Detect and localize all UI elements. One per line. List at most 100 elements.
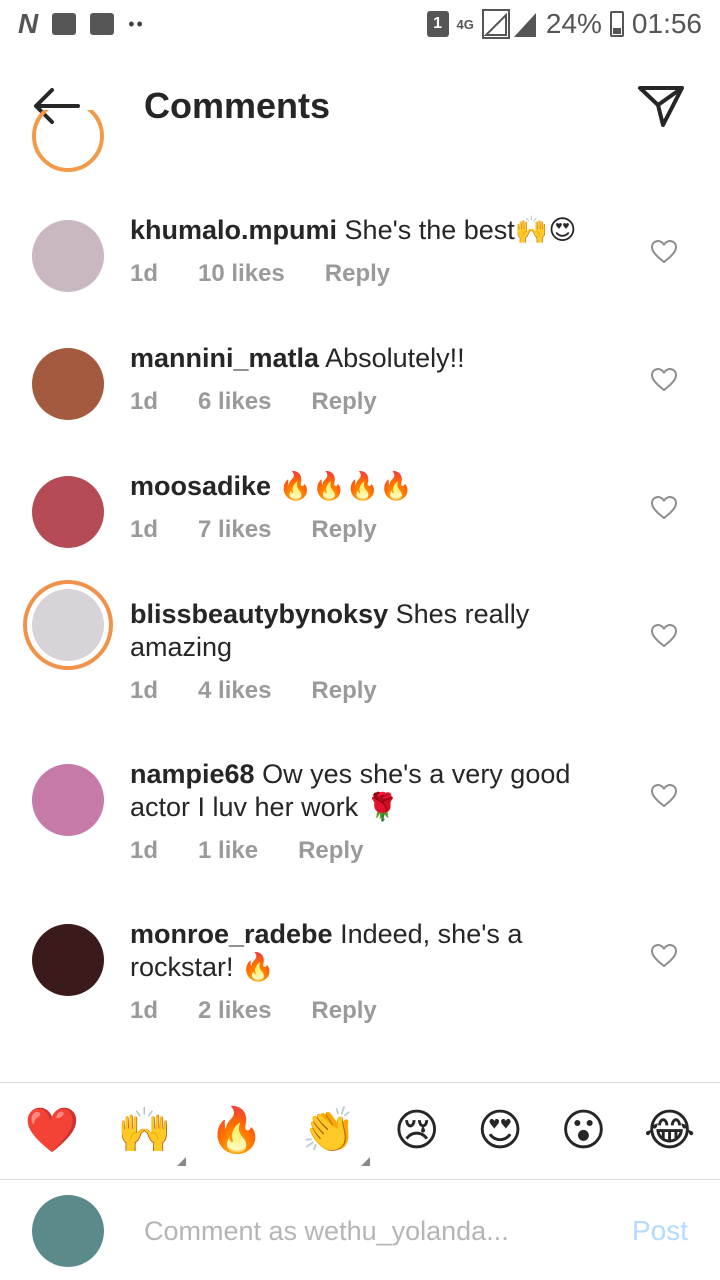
comment-likes[interactable]: 4 likes (198, 674, 271, 707)
comment-likes[interactable]: 6 likes (198, 385, 271, 418)
folder-icon (90, 13, 115, 35)
avatar[interactable] (32, 764, 104, 836)
emoji-bar: ❤️ 🙌 🔥 👏 😢 😍 😮 😂 (0, 1084, 720, 1178)
fire-emoji[interactable]: 🔥 (209, 1106, 264, 1156)
comment-body: monroe_radebe Indeed, she's a rockstar! … (130, 918, 600, 1027)
emoji-glyph: 😢 (393, 1105, 440, 1156)
heart-outline-icon (651, 240, 677, 264)
avatar[interactable] (32, 348, 104, 420)
comment-username[interactable]: blissbeautybynoksy (130, 599, 388, 629)
paper-plane-icon (638, 86, 684, 127)
comment-meta: 1d 1 like Reply (130, 834, 600, 867)
avatar[interactable] (32, 924, 104, 996)
comment-meta: 1d 6 likes Reply (130, 385, 600, 418)
like-button[interactable] (648, 780, 680, 812)
emoji-glyph: 🙌 (117, 1105, 172, 1156)
comment-content: mannini_matla Absolutely!! (130, 342, 600, 375)
comment-content: khumalo.mpumi She's the best🙌😍 (130, 214, 600, 247)
reply-button[interactable]: Reply (311, 513, 376, 546)
emoji-glyph: 👏 (301, 1105, 357, 1156)
skin-tone-indicator-icon (176, 1157, 186, 1166)
comment-content: blissbeautybynoksy Shes really amazing (130, 598, 600, 664)
comment-content: nampie68 Ow yes she's a very good actor … (130, 758, 600, 824)
surprised-face-emoji[interactable]: 😮 (560, 1106, 606, 1156)
like-button[interactable] (648, 620, 680, 652)
divider (0, 1179, 720, 1180)
reply-button[interactable]: Reply (311, 674, 376, 707)
crying-face-emoji[interactable]: 😢 (394, 1106, 440, 1156)
comment-content: monroe_radebe Indeed, she's a rockstar! … (130, 918, 600, 984)
share-button[interactable] (626, 71, 696, 141)
emoji-glyph: 😂 (643, 1105, 696, 1156)
comment-likes[interactable]: 7 likes (198, 513, 271, 546)
comment-age: 1d (130, 388, 159, 415)
comment-likes[interactable]: 10 likes (198, 257, 285, 290)
comment-input[interactable] (144, 1215, 584, 1247)
sim-icon: 1 (426, 11, 449, 37)
comment-text: Absolutely!! (325, 343, 465, 373)
heart-outline-icon (651, 496, 677, 520)
comment-age: 1d (130, 516, 159, 543)
tears-of-joy-emoji[interactable]: 😂 (644, 1106, 695, 1156)
comment-body: nampie68 Ow yes she's a very good actor … (130, 758, 600, 867)
comment-text: 🔥🔥🔥🔥 (278, 471, 414, 501)
comment-body: mannini_matla Absolutely!! 1d 6 likes Reply (130, 342, 600, 418)
comment-composer: Post (0, 1182, 720, 1280)
battery-icon (609, 11, 624, 37)
signal-icon (481, 9, 536, 39)
comment-meta: 1d 4 likes Reply (130, 674, 600, 707)
reply-button[interactable]: Reply (311, 994, 376, 1027)
reply-button[interactable]: Reply (298, 834, 363, 867)
divider (0, 1082, 720, 1083)
page-title: Comments (144, 85, 331, 126)
skin-tone-indicator-icon (361, 1157, 371, 1166)
avatar (32, 1195, 104, 1267)
comment-body: khumalo.mpumi She's the best🙌😍 1d 10 likes… (130, 214, 600, 290)
comment-age: 1d (130, 997, 159, 1024)
comment-age: 1d (130, 260, 159, 287)
header: Comments (0, 60, 720, 152)
heart-eyes-emoji[interactable]: 😍 (477, 1106, 523, 1156)
heart-outline-icon (651, 368, 677, 392)
comment-body: blissbeautybynoksy Shes really amazing 1d… (130, 598, 600, 707)
reply-button[interactable]: Reply (311, 385, 376, 418)
like-button[interactable] (648, 364, 680, 396)
comment-age: 1d (130, 677, 159, 704)
emoji-glyph: ❤️ (24, 1105, 80, 1156)
clock: 01:56 (631, 8, 702, 39)
avatar[interactable] (23, 580, 113, 670)
like-button[interactable] (648, 236, 680, 268)
dots-icon: •• (128, 13, 145, 34)
red-heart-emoji[interactable]: ❤️ (25, 1106, 80, 1156)
comment-meta: 1d 2 likes Reply (130, 994, 600, 1027)
comment-username[interactable]: nampie68 (130, 759, 255, 789)
comment-likes[interactable]: 1 like (198, 834, 258, 867)
n-icon: N (18, 8, 39, 39)
raised-hands-emoji[interactable]: 🙌 (117, 1105, 186, 1166)
reply-button[interactable]: Reply (325, 257, 390, 290)
partial-avatar (32, 110, 104, 172)
comment-username[interactable]: moosadike (130, 471, 271, 501)
status-left: N •• (18, 8, 145, 40)
heart-outline-icon (651, 624, 677, 648)
comment-text: She's the best🙌😍 (344, 215, 577, 245)
post-button[interactable]: Post (632, 1215, 688, 1247)
comment-username[interactable]: mannini_matla (130, 343, 319, 373)
image-icon (52, 13, 77, 35)
clapping-hands-emoji[interactable]: 👏 (301, 1105, 371, 1166)
status-bar: N •• 1 4G 24% 01:56 (0, 0, 720, 48)
heart-outline-icon (651, 784, 677, 808)
comment-likes[interactable]: 2 likes (198, 994, 271, 1027)
comment-meta: 1d 10 likes Reply (130, 257, 600, 290)
avatar[interactable] (32, 220, 104, 292)
like-button[interactable] (648, 940, 680, 972)
comment-username[interactable]: monroe_radebe (130, 919, 333, 949)
status-right: 1 4G 24% 01:56 (426, 8, 702, 40)
comment-username[interactable]: khumalo.mpumi (130, 215, 337, 245)
avatar[interactable] (32, 476, 104, 548)
comment-content: moosadike 🔥🔥🔥🔥 (130, 470, 600, 503)
battery-percent: 24% (545, 8, 602, 39)
heart-outline-icon (651, 944, 677, 968)
like-button[interactable] (648, 492, 680, 524)
comment-meta: 1d 7 likes Reply (130, 513, 600, 546)
